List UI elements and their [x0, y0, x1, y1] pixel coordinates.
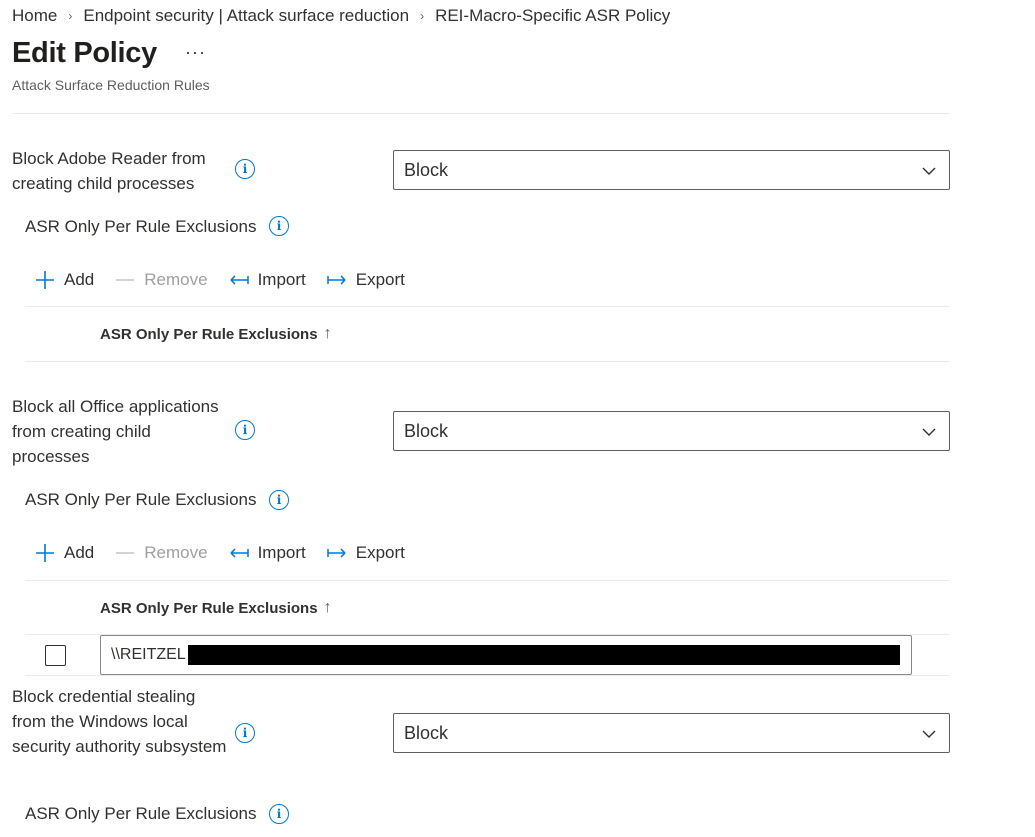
divider	[25, 306, 949, 307]
column-header-exclusions[interactable]: ASR Only Per Rule Exclusions ↑	[100, 599, 332, 617]
redaction-bar	[187, 645, 900, 665]
breadcrumb-separator: ›	[68, 9, 73, 23]
arrow-up-icon: ↑	[323, 599, 332, 616]
info-icon[interactable]: i	[269, 216, 289, 236]
dropdown-value: Block	[404, 159, 449, 180]
column-header-exclusions[interactable]: ASR Only Per Rule Exclusions ↑	[100, 325, 332, 343]
add-button[interactable]: Add	[34, 269, 94, 291]
export-label: Export	[355, 270, 405, 289]
rule-label-credential-stealing: Block credential stealing from the Windo…	[12, 687, 227, 756]
dropdown-value: Block	[404, 420, 449, 441]
breadcrumb-home[interactable]: Home	[12, 6, 57, 26]
arrow-up-icon: ↑	[323, 325, 332, 342]
import-arrow-icon	[230, 275, 249, 285]
add-label: Add	[64, 543, 95, 562]
minus-icon	[116, 552, 135, 554]
add-label: Add	[64, 270, 95, 289]
export-button[interactable]: Export	[326, 542, 405, 564]
info-icon[interactable]: i	[269, 490, 289, 510]
breadcrumb: Home › Endpoint security | Attack surfac…	[12, 5, 670, 27]
exclusions-label: ASR Only Per Rule Exclusions	[25, 217, 257, 236]
info-icon[interactable]: i	[269, 804, 289, 824]
exclusions-toolbar: Add Remove Import Export	[34, 266, 425, 294]
plus-icon	[36, 544, 54, 562]
export-arrow-icon	[327, 275, 346, 285]
remove-label: Remove	[144, 270, 208, 289]
page-title: Edit Policy	[12, 37, 157, 69]
export-arrow-icon	[327, 548, 346, 558]
breadcrumb-endpoint-security[interactable]: Endpoint security | Attack surface reduc…	[83, 6, 409, 26]
import-label: Import	[257, 270, 306, 289]
import-button[interactable]: Import	[228, 269, 306, 291]
divider	[25, 361, 949, 362]
add-button[interactable]: Add	[34, 542, 94, 564]
exclusions-toolbar: Add Remove Import Export	[34, 539, 425, 567]
exclusion-path-input[interactable]: \\REITZEL	[100, 635, 912, 675]
rule-label-adobe-reader: Block Adobe Reader from creating child p…	[12, 149, 206, 193]
chevron-down-icon	[922, 428, 936, 436]
divider	[25, 675, 949, 676]
divider	[25, 580, 949, 581]
chevron-down-icon	[922, 167, 936, 175]
dropdown-value: Block	[404, 722, 449, 743]
info-icon[interactable]: i	[235, 159, 255, 179]
exclusions-label: ASR Only Per Rule Exclusions	[25, 804, 257, 823]
more-options-button[interactable]: ···	[185, 42, 206, 63]
plus-icon	[36, 271, 54, 289]
page-subtitle: Attack Surface Reduction Rules	[12, 77, 210, 93]
minus-icon	[116, 279, 135, 281]
breadcrumb-policy[interactable]: REI-Macro-Specific ASR Policy	[435, 6, 670, 26]
import-button[interactable]: Import	[228, 542, 306, 564]
row-checkbox[interactable]	[45, 645, 66, 666]
remove-label: Remove	[144, 543, 208, 562]
rule-label-office-apps: Block all Office applications from creat…	[12, 397, 219, 466]
export-label: Export	[355, 543, 405, 562]
import-label: Import	[257, 543, 306, 562]
rule-dropdown-office-apps[interactable]: Block	[393, 411, 950, 451]
rule-dropdown-adobe-reader[interactable]: Block	[393, 150, 950, 190]
exclusions-label: ASR Only Per Rule Exclusions	[25, 490, 257, 509]
export-button[interactable]: Export	[326, 269, 405, 291]
info-icon[interactable]: i	[235, 723, 255, 743]
divider	[12, 113, 949, 114]
chevron-down-icon	[922, 730, 936, 738]
column-header-label: ASR Only Per Rule Exclusions	[100, 599, 318, 617]
breadcrumb-separator: ›	[420, 9, 425, 23]
remove-button[interactable]: Remove	[114, 269, 208, 291]
remove-button[interactable]: Remove	[114, 542, 208, 564]
exclusion-path-value: \\REITZEL	[111, 646, 186, 663]
info-icon[interactable]: i	[235, 420, 255, 440]
column-header-label: ASR Only Per Rule Exclusions	[100, 325, 318, 343]
import-arrow-icon	[230, 548, 249, 558]
rule-dropdown-credential-stealing[interactable]: Block	[393, 713, 950, 753]
